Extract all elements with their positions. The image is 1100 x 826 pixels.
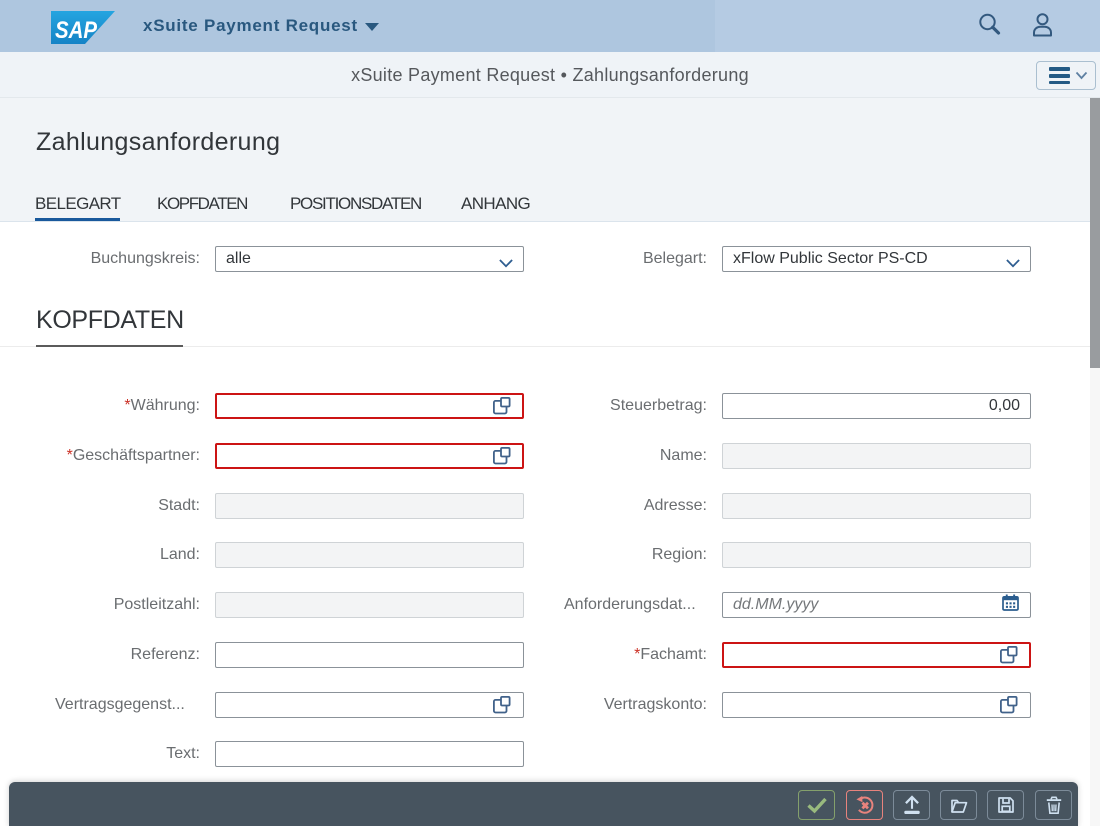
svg-text:SAP: SAP [55,17,98,44]
